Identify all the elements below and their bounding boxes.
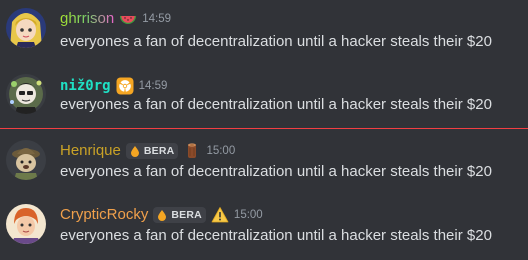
role-tag-label: BERA [143,145,175,157]
wood-log-icon [183,142,201,160]
honey-drop-icon [156,209,168,221]
timestamp: 14:59 [138,80,168,92]
message-content: everyones a fan of decentralization unti… [60,163,492,180]
honey-drop-icon [129,145,141,157]
avatar-image-cartoon-head [6,74,46,114]
avatar[interactable] [6,204,46,244]
avatar-image-bear-ranger [6,140,46,180]
chat-message: niž0rg 14:59 everyones a fan of decentra… [0,66,528,122]
chat-message: ghrrison 14:59 everyones a fan of decent… [0,2,528,58]
new-messages-divider [0,128,528,129]
timestamp: 14:59 [142,13,171,25]
role-tag[interactable]: BERA [153,207,206,223]
username[interactable]: CrypticRocky [60,205,148,225]
avatar[interactable] [6,74,46,114]
chat-messages: ghrrison 14:59 everyones a fan of decent… [0,0,528,260]
avatar[interactable] [6,140,46,180]
chat-message: Henrique BERA 15:00 everyones a fan of d… [0,136,528,192]
watermelon-icon [119,10,137,28]
warning-icon [211,206,229,224]
role-tag[interactable]: BERA [125,143,179,159]
avatar-image-redhead-character [6,204,46,244]
message-content: everyones a fan of decentralization unti… [60,96,492,113]
chat-message: CrypticRocky BERA 15:00 everyones a fan … [0,198,528,254]
username[interactable]: niž0rg [60,76,111,96]
username[interactable]: ghrrison [60,9,114,29]
avatar-image-anime-girl [6,8,46,48]
radioactive-icon [116,77,134,95]
timestamp: 15:00 [233,209,263,221]
message-content: everyones a fan of decentralization unti… [60,33,492,50]
role-tag-label: BERA [171,209,202,221]
timestamp: 15:00 [206,145,236,157]
avatar[interactable] [6,8,46,48]
message-content: everyones a fan of decentralization unti… [60,227,492,244]
username[interactable]: Henrique [60,141,121,161]
